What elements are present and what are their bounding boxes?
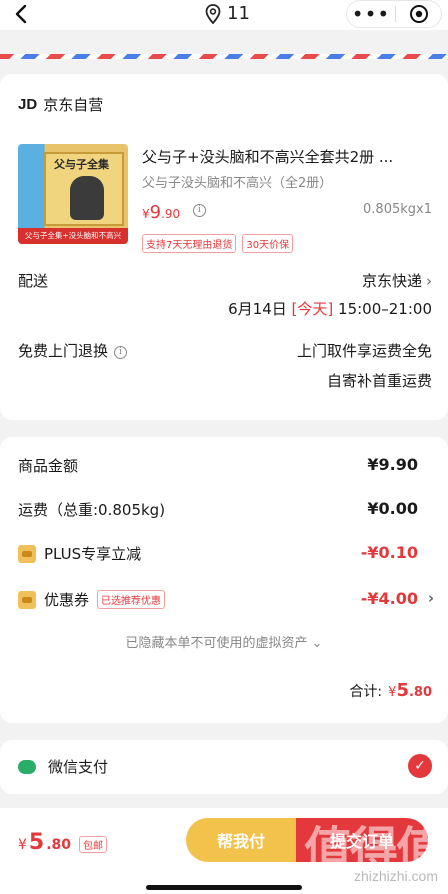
checkout-integer: 5	[28, 830, 45, 855]
free-return-label: 免费上门退换	[18, 342, 109, 360]
chevron-right-icon: ›	[427, 589, 434, 607]
delivery-label: 配送	[18, 272, 49, 290]
back-arrow-icon[interactable]	[10, 2, 34, 26]
wechat-pay-row: 微信支付	[18, 756, 108, 777]
close-target-icon[interactable]	[396, 4, 441, 24]
goods-amount-value: ¥9.90	[367, 455, 418, 474]
delivery-time: 15:00–21:00	[338, 300, 432, 318]
return-self-send-note: 自寄补首重运费	[326, 372, 432, 390]
top-bar: 11 •••	[0, 0, 448, 30]
payment-method-label: 微信支付	[48, 758, 109, 776]
hidden-assets-text: 已隐藏本单不可使用的虚拟资产	[125, 636, 308, 651]
checkout-decimal: .80	[46, 837, 72, 853]
order-items-card: JD 京东自营 父与子全集 父与子全集+没头脑和不高兴 父与子+没头脑和不高兴全…	[0, 74, 448, 420]
cover-banner: 父与子全集+没头脑和不高兴	[18, 228, 128, 244]
delivery-carrier-row[interactable]: 京东快递 ›	[362, 270, 432, 291]
help-me-pay-button[interactable]: 帮我付	[186, 818, 296, 862]
service-tags: 支持7天无理由退货 30天价保	[142, 234, 294, 253]
plus-discount-label: PLUS专享立减	[44, 545, 142, 563]
jd-logo: JD	[18, 96, 38, 113]
location-pin-icon	[205, 3, 221, 24]
checkout-price: ¥5.80 包邮	[18, 830, 108, 855]
delivery-time-row[interactable]: 6月14日 [今天] 15:00–21:00	[228, 298, 432, 319]
watermark-url: zhizhizhi.com	[353, 868, 438, 884]
cover-illustration	[70, 176, 104, 220]
tag-price-protect: 30天价保	[242, 234, 294, 253]
coupon-label: 优惠券	[44, 591, 90, 609]
more-icon[interactable]: •••	[347, 4, 395, 24]
return-info-icon[interactable]: i	[114, 346, 128, 359]
coupon-recommended-tag: 已选推荐优惠	[97, 590, 166, 609]
checkout-currency: ¥	[18, 837, 27, 853]
delivery-date: 6月14日	[228, 300, 287, 318]
address-envelope-border	[0, 54, 448, 59]
location-indicator[interactable]: 11	[205, 3, 250, 24]
coupon-value[interactable]: -¥4.00 ›	[360, 589, 434, 608]
mini-program-capsule: •••	[346, 0, 442, 28]
product-subtitle: 父与子没头脑和不高兴（全2册）	[142, 176, 333, 191]
location-count: 11	[227, 3, 250, 24]
price-decimal: .90	[161, 207, 181, 221]
delivery-carrier: 京东快递	[361, 272, 422, 290]
price-info-icon[interactable]: i	[193, 204, 206, 217]
wechat-pay-icon	[18, 759, 36, 774]
home-indicator	[146, 885, 302, 890]
free-return-label-row: 免费上门退换 i	[18, 340, 128, 361]
shop-header: JD 京东自营	[18, 94, 103, 115]
order-total: 合计: ¥5.80	[349, 680, 432, 701]
price-summary-card: 商品金额 ¥9.90 运费（总重:0.805kg) ¥0.00 PLUS专享立减…	[0, 437, 448, 723]
hidden-assets-toggle[interactable]: 已隐藏本单不可使用的虚拟资产 ⌄	[0, 632, 448, 651]
shipping-fee-label: 运费（总重:0.805kg)	[18, 501, 166, 519]
coupon-amount: -¥4.00	[360, 589, 418, 608]
total-decimal: .80	[408, 685, 432, 700]
product-image[interactable]: 父与子全集 父与子全集+没头脑和不高兴	[18, 144, 128, 244]
product-title[interactable]: 父与子+没头脑和不高兴全套共2册 ...	[142, 146, 432, 167]
shipping-fee-value: ¥0.00	[367, 499, 418, 518]
checkout-bar: ¥5.80 包邮 帮我付 提交订单 值得值 zhizhizhi.com	[0, 808, 448, 894]
free-shipping-tag: 包邮	[79, 836, 108, 853]
price-integer: 9	[149, 202, 162, 223]
plus-discount-row: PLUS专享立减	[18, 543, 141, 564]
weight-quantity: 0.805kgx1	[363, 202, 432, 217]
coupon-row[interactable]: 优惠券 已选推荐优惠	[18, 589, 166, 610]
total-integer: 5	[396, 680, 409, 701]
goods-amount-label: 商品金额	[18, 457, 79, 475]
tag-7day-return: 支持7天无理由退货	[142, 234, 237, 253]
total-label: 合计:	[349, 684, 383, 700]
product-price: ¥9.90	[142, 202, 180, 223]
delivery-today: [今天]	[291, 300, 334, 318]
price-currency: ¥	[142, 207, 150, 221]
coupon-icon	[18, 590, 36, 609]
chevron-down-icon: ⌄	[311, 636, 323, 651]
selected-check-icon[interactable]: ✓	[408, 754, 432, 778]
plus-discount-value: -¥0.10	[360, 543, 418, 562]
chevron-right-icon: ›	[426, 272, 432, 290]
return-pickup-note: 上门取件享运费全免	[296, 342, 432, 360]
plus-badge-icon	[18, 544, 36, 563]
shop-name: 京东自营	[43, 96, 104, 114]
cover-title: 父与子全集	[54, 158, 109, 171]
payment-method-card[interactable]: 微信支付 ✓	[0, 740, 448, 794]
